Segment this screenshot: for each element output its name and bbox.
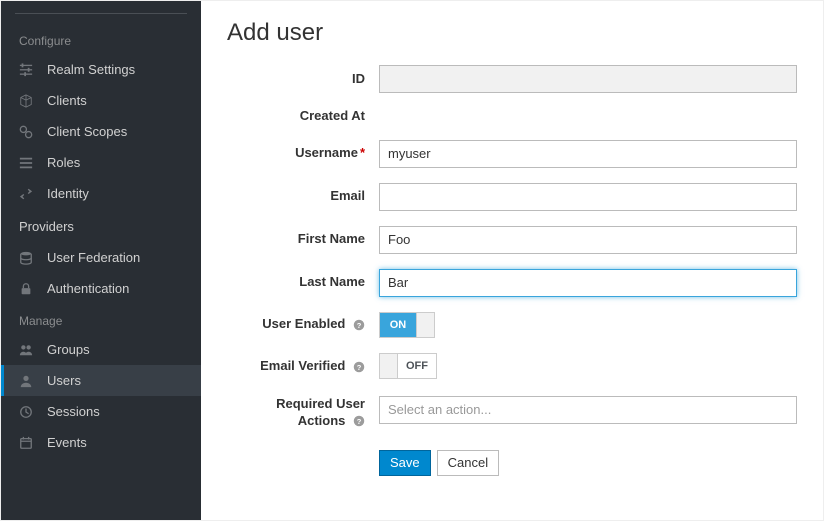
sidebar-item-label: Authentication	[47, 281, 129, 296]
sidebar: Configure Realm Settings Clients Client …	[1, 1, 201, 520]
sidebar-item-identity-providers[interactable]: Identity Providers	[1, 178, 201, 242]
label-email: Email	[227, 188, 379, 205]
cube-icon	[19, 94, 33, 108]
last-name-field[interactable]	[379, 269, 797, 297]
section-title-configure: Configure	[1, 24, 201, 54]
main-content: Add user ID Created At Username* Email F…	[201, 1, 823, 520]
page-title: Add user	[227, 19, 797, 47]
user-enabled-toggle[interactable]: ON	[379, 312, 435, 338]
sidebar-item-realm-settings[interactable]: Realm Settings	[1, 54, 201, 85]
label-id: ID	[227, 71, 379, 88]
username-field[interactable]	[379, 140, 797, 168]
exchange-icon	[19, 187, 33, 201]
sidebar-item-roles[interactable]: Roles	[1, 147, 201, 178]
section-title-manage: Manage	[1, 304, 201, 334]
sidebar-item-label: Events	[47, 435, 87, 450]
sidebar-item-label: Client Scopes	[47, 124, 127, 139]
user-icon	[19, 374, 33, 388]
sidebar-item-user-federation[interactable]: User Federation	[1, 242, 201, 273]
required-actions-select[interactable]: Select an action...	[379, 396, 797, 424]
sidebar-item-label: Sessions	[47, 404, 100, 419]
svg-text:?: ?	[357, 321, 362, 330]
toggle-off-label: OFF	[398, 354, 436, 378]
help-icon[interactable]: ?	[353, 415, 365, 427]
save-button[interactable]: Save	[379, 450, 431, 476]
svg-text:?: ?	[357, 417, 362, 426]
label-first-name: First Name	[227, 231, 379, 248]
help-icon[interactable]: ?	[353, 361, 365, 373]
first-name-field[interactable]	[379, 226, 797, 254]
sidebar-item-label: Roles	[47, 155, 80, 170]
sidebar-item-groups[interactable]: Groups	[1, 334, 201, 365]
label-required-actions: Required User Actions ?	[227, 396, 379, 430]
sidebar-item-clients[interactable]: Clients	[1, 85, 201, 116]
label-created-at: Created At	[227, 108, 379, 125]
sliders-icon	[19, 63, 33, 77]
sidebar-item-sessions[interactable]: Sessions	[1, 396, 201, 427]
id-field	[379, 65, 797, 93]
list-icon	[19, 156, 33, 170]
sidebar-item-events[interactable]: Events	[1, 427, 201, 458]
sidebar-item-sublabel: Providers	[19, 219, 183, 234]
sidebar-item-label: Users	[47, 373, 81, 388]
lock-icon	[19, 282, 33, 296]
label-email-verified: Email Verified ?	[227, 358, 379, 375]
sidebar-item-label: User Federation	[47, 250, 140, 265]
sidebar-item-users[interactable]: Users	[1, 365, 201, 396]
email-field[interactable]	[379, 183, 797, 211]
svg-text:?: ?	[357, 363, 362, 372]
sidebar-item-label: Identity	[47, 186, 89, 201]
label-user-enabled: User Enabled ?	[227, 316, 379, 333]
sidebar-divider	[15, 13, 187, 14]
sidebar-item-label: Groups	[47, 342, 90, 357]
clock-icon	[19, 405, 33, 419]
help-icon[interactable]: ?	[353, 319, 365, 331]
sidebar-item-label: Realm Settings	[47, 62, 135, 77]
sidebar-item-label: Clients	[47, 93, 87, 108]
toggle-on-label: ON	[380, 313, 416, 337]
group-icon	[19, 343, 33, 357]
gears-icon	[19, 125, 33, 139]
label-last-name: Last Name	[227, 274, 379, 291]
database-icon	[19, 251, 33, 265]
cancel-button[interactable]: Cancel	[437, 450, 499, 476]
email-verified-toggle[interactable]: OFF	[379, 353, 437, 379]
calendar-icon	[19, 436, 33, 450]
label-username: Username*	[227, 145, 379, 162]
sidebar-item-authentication[interactable]: Authentication	[1, 273, 201, 304]
sidebar-item-client-scopes[interactable]: Client Scopes	[1, 116, 201, 147]
